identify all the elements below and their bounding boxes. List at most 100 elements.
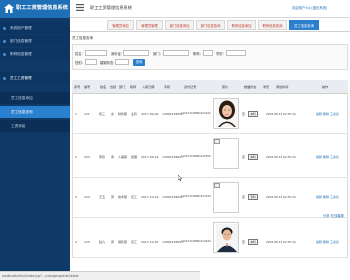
row-title: 员工 bbox=[131, 240, 138, 244]
row-edu-badge: 本科 bbox=[248, 154, 258, 160]
row-marital: 否 bbox=[242, 195, 246, 199]
col-header: 婚姻状态 bbox=[244, 85, 257, 89]
employee-photo-man bbox=[216, 224, 238, 252]
row-index: 4 bbox=[75, 240, 77, 244]
row-idcard: 110101198801013333 bbox=[181, 195, 211, 198]
page-title: 员工信息查询 bbox=[72, 36, 93, 40]
col-header: 操作 bbox=[322, 85, 329, 89]
row-actions[interactable]: 编辑 删除 工资表 bbox=[316, 112, 339, 116]
sidebar-item-label: 工资添加 bbox=[11, 124, 26, 128]
home-icon bbox=[4, 4, 14, 13]
employee-photo-woman bbox=[216, 99, 238, 127]
row-name: 赵六 bbox=[99, 240, 106, 244]
row-date: 2017-09-19 bbox=[141, 155, 159, 159]
header-title: 职工工资管理信息系统 bbox=[90, 5, 132, 10]
col-header: 身份证号 bbox=[184, 85, 197, 89]
broken-image-icon bbox=[214, 139, 220, 144]
col-header: 编号 bbox=[84, 85, 91, 89]
title-label: 职称: bbox=[193, 52, 201, 56]
sidebar-item-label: 员工信息添加 bbox=[11, 96, 33, 100]
row-marital: 否 bbox=[242, 155, 246, 159]
row-phone: 13800138001 bbox=[162, 155, 183, 159]
row-title: 主管 bbox=[131, 112, 138, 116]
sidebar-item-title-mgmt[interactable]: 职称信息管理 bbox=[0, 48, 70, 60]
col-header: 部门 bbox=[119, 85, 126, 89]
mouse-cursor-icon bbox=[178, 175, 183, 181]
row-id: 121 bbox=[84, 112, 90, 116]
row-index: 1 bbox=[75, 112, 77, 116]
sidebar-item-dept-mgmt[interactable]: 部门信息管理 bbox=[0, 35, 70, 47]
marital-label: 婚姻状态: bbox=[100, 61, 115, 65]
idcard-label: 身份证: bbox=[111, 52, 123, 56]
col-header: 职称 bbox=[130, 85, 137, 89]
row-id: 333 bbox=[84, 155, 90, 159]
sidebar-item-salary-mgmt[interactable]: 员工工资管理 bbox=[0, 72, 70, 84]
row-title: 员工 bbox=[131, 195, 138, 199]
row-dept: 销售部 bbox=[118, 240, 128, 244]
name-input[interactable] bbox=[85, 50, 107, 56]
row-added: 2018-08-14 02:35:24 bbox=[266, 155, 296, 159]
gender-label: 性别: bbox=[75, 61, 83, 65]
idcard-input[interactable] bbox=[123, 50, 149, 56]
sidebar-item-add-salary[interactable]: 工资添加 bbox=[0, 120, 70, 132]
bullet-icon bbox=[3, 76, 6, 80]
sidebar-item-query-employee[interactable]: 员工信息查询 bbox=[0, 106, 70, 118]
table-row bbox=[72, 218, 348, 258]
marital-select[interactable] bbox=[115, 59, 129, 65]
row-dept: 财务部 bbox=[118, 112, 128, 116]
edu-label: 学历: bbox=[216, 52, 224, 56]
col-header: 学历 bbox=[263, 85, 270, 89]
row-dept: 技术部 bbox=[118, 195, 128, 199]
row-date: 2017-10-19 bbox=[141, 195, 159, 199]
gender-select[interactable] bbox=[85, 59, 97, 65]
col-header: 序号 bbox=[74, 85, 81, 89]
row-gender: 男 bbox=[111, 195, 115, 199]
bullet-icon bbox=[3, 39, 6, 43]
row-actions[interactable]: 编辑 删除 工资表 bbox=[316, 155, 339, 159]
row-phone: 13800138002 bbox=[162, 195, 183, 199]
tab-dept-add[interactable]: 部门信息添加 bbox=[165, 20, 194, 30]
tab-title-query[interactable]: 职称信息查询 bbox=[258, 20, 287, 30]
row-actions[interactable]: 编辑 删除 工资表 bbox=[316, 240, 339, 244]
sidebar-item-label: 系统用户管理 bbox=[10, 26, 32, 30]
system-name: 职工工资管理信息系统 bbox=[16, 5, 68, 11]
row-actions[interactable]: 编辑 删除 工资表 bbox=[316, 195, 339, 199]
row-marital: 否 bbox=[242, 112, 246, 116]
menu-icon[interactable] bbox=[76, 4, 84, 11]
tab-admin-add[interactable]: 管理员添加 bbox=[107, 20, 134, 30]
row-gender: 女 bbox=[111, 112, 115, 116]
col-header: 手机 bbox=[164, 85, 171, 89]
share-widget[interactable]: 分享 在线客服 bbox=[323, 213, 347, 221]
row-title: 经理 bbox=[131, 155, 138, 159]
row-phone: 13800138000 bbox=[162, 112, 183, 116]
dept-label: 部门: bbox=[153, 52, 161, 56]
tab-employee-query[interactable]: 员工信息查询 bbox=[289, 20, 319, 30]
sidebar-item-label: 部门信息管理 bbox=[10, 39, 32, 43]
row-id: 124 bbox=[84, 195, 90, 199]
search-button[interactable]: 查询 bbox=[133, 58, 145, 66]
bullet-icon bbox=[3, 26, 6, 30]
tab-admin-manage[interactable]: 管理员管理 bbox=[136, 20, 163, 30]
sidebar: 系统用户管理 部门信息管理 职称信息管理 员工工资管理 员工信息添加 员工信息查… bbox=[0, 18, 70, 280]
tab-dept-query[interactable]: 部门信息查询 bbox=[196, 20, 225, 30]
sidebar-item-label: 员工信息查询 bbox=[11, 110, 33, 114]
row-date: 2017-10-20 bbox=[141, 240, 159, 244]
user-info[interactable]: 欢迎用户:fuj [退出系统] bbox=[292, 5, 327, 10]
dept-select[interactable] bbox=[163, 50, 189, 56]
col-header: 入职日期 bbox=[142, 85, 155, 89]
bullet-icon bbox=[3, 52, 6, 56]
edu-select[interactable] bbox=[226, 50, 246, 56]
row-name: 张三 bbox=[99, 112, 106, 116]
row-name: 李四 bbox=[99, 155, 106, 159]
sidebar-item-user-mgmt[interactable]: 系统用户管理 bbox=[0, 22, 70, 34]
sidebar-item-add-employee[interactable]: 员工信息添加 bbox=[0, 92, 70, 104]
row-gender: 男 bbox=[111, 240, 115, 244]
title-select[interactable] bbox=[203, 50, 213, 56]
row-dept: 人事部 bbox=[118, 155, 128, 159]
tab-title-add[interactable]: 职称信息添加 bbox=[227, 20, 256, 30]
row-index: 3 bbox=[75, 195, 77, 199]
row-marital: 否 bbox=[242, 240, 246, 244]
sidebar-item-label: 职称信息管理 bbox=[10, 52, 32, 56]
broken-image-icon bbox=[214, 183, 220, 188]
row-added: 2018-08-14 02:35:24 bbox=[266, 112, 296, 116]
